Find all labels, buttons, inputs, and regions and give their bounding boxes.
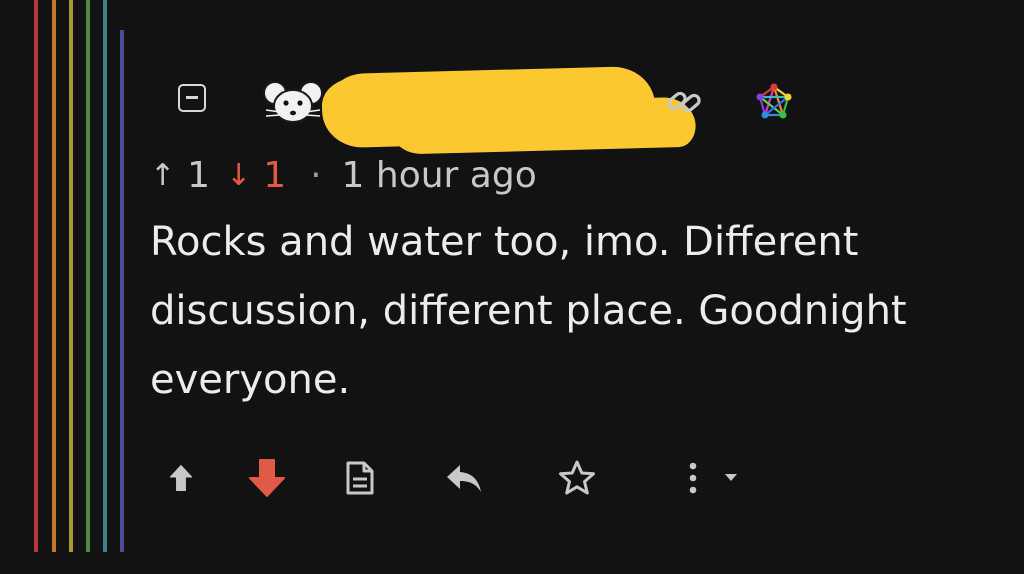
thread-line-3[interactable] [69, 0, 73, 552]
comment-meta: ↑ 1 ↓ 1 · 1 hour ago [150, 150, 537, 200]
comment-timestamp[interactable]: 1 hour ago [342, 155, 537, 196]
link-icon[interactable] [664, 84, 704, 120]
thread-line-5[interactable] [103, 0, 107, 552]
mouse-avatar-icon[interactable] [262, 78, 324, 128]
comment-header [170, 65, 870, 145]
comment-actions [150, 450, 850, 506]
thread-indent-lines [0, 0, 130, 574]
downvote-button[interactable] [240, 450, 294, 506]
upvote-count: 1 [187, 154, 211, 196]
more-options-button[interactable] [676, 450, 748, 506]
view-source-icon [346, 461, 374, 495]
thread-line-6[interactable] [120, 30, 124, 552]
fediverse-icon[interactable] [754, 82, 794, 122]
thread-line-4[interactable] [86, 0, 90, 552]
collapse-icon[interactable] [178, 84, 206, 112]
star-icon [559, 460, 595, 495]
save-button[interactable] [554, 450, 600, 506]
upvote-count-icon: ↑ [150, 157, 176, 193]
downvote-count: 1 [263, 154, 287, 196]
thread-line-1[interactable] [34, 0, 38, 552]
reply-icon [447, 465, 481, 492]
reply-button[interactable] [440, 450, 488, 506]
downvote-icon [249, 459, 285, 497]
upvote-icon [169, 464, 193, 492]
comment-body: Rocks and water too, imo. Different disc… [150, 219, 907, 403]
more-options-icon [689, 462, 737, 494]
redacted-username [329, 65, 656, 145]
thread-line-2[interactable] [52, 0, 56, 552]
upvote-button[interactable] [158, 450, 204, 506]
view-source-button[interactable] [338, 450, 382, 506]
meta-separator: · [310, 154, 322, 196]
downvote-count-icon: ↓ [226, 157, 252, 193]
